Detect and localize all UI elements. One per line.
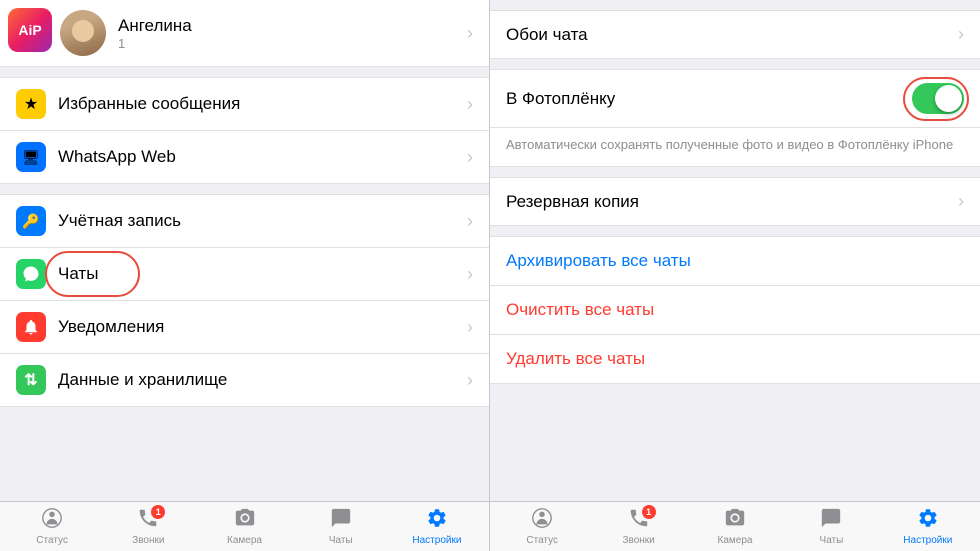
tab-chats-left[interactable]: Чаты (293, 507, 389, 546)
notifications-chevron: › (467, 317, 473, 338)
settings-group-1: ★ Избранные сообщения › 🖥 WhatsApp Web › (0, 77, 489, 184)
tab-calls-left[interactable]: 1 Звонки (100, 507, 196, 546)
wallpaper-label: Обои чата (506, 25, 958, 45)
settings-item-whatsapp-web[interactable]: 🖥 WhatsApp Web › (0, 131, 489, 183)
photolibrary-item[interactable]: В Фотоплёнку (490, 70, 980, 128)
tab-settings-left[interactable]: Настройки (389, 507, 485, 546)
settings-tab-icon-right (917, 507, 939, 533)
starred-chevron: › (467, 94, 473, 115)
calls-icon-right: 1 (628, 507, 650, 533)
tab-settings-label-right: Настройки (903, 535, 952, 546)
backup-chevron: › (958, 191, 964, 212)
chats-chevron: › (467, 264, 473, 285)
backup-item[interactable]: Резервная копия › (490, 178, 980, 225)
right-panel: Обои чата › В Фотоплёнку Автоматически с… (490, 0, 980, 551)
starred-label: Избранные сообщения (58, 94, 467, 114)
photolibrary-label: В Фотоплёнку (506, 89, 912, 109)
status-icon-left (41, 507, 63, 533)
toggle-thumb (935, 85, 962, 112)
chats-tab-icon-left (330, 507, 352, 533)
data-chevron: › (467, 370, 473, 391)
tab-camera-right[interactable]: Камера (687, 507, 783, 546)
tab-status-label-left: Статус (36, 535, 68, 546)
archive-all-button[interactable]: Архивировать все чаты (490, 237, 980, 286)
tab-settings-label-left: Настройки (412, 535, 461, 546)
tab-camera-left[interactable]: Камера (196, 507, 292, 546)
avatar-image (60, 10, 106, 56)
clear-all-button[interactable]: Очистить все чаты (490, 286, 980, 335)
data-label: Данные и хранилище (58, 370, 467, 390)
settings-tab-icon-left (426, 507, 448, 533)
profile-info: Ангелина 1 (118, 16, 467, 51)
profile-name: Ангелина (118, 16, 467, 36)
calls-icon-left: 1 (137, 507, 159, 533)
settings-group-2: 🔑 Учётная запись › Чаты › Уведомления (0, 194, 489, 407)
photolibrary-sublabel: Автоматически сохранять полученные фото … (490, 128, 980, 166)
right-section-wallpaper: Обои чата › (490, 10, 980, 59)
whatsapp-web-chevron: › (467, 147, 473, 168)
settings-item-chats[interactable]: Чаты › (0, 248, 489, 301)
starred-icon: ★ (16, 89, 46, 119)
account-icon: 🔑 (16, 206, 46, 236)
notifications-icon (16, 312, 46, 342)
profile-sub: 1 (118, 36, 467, 51)
account-label: Учётная запись (58, 211, 467, 231)
toggle-wrapper[interactable] (912, 83, 964, 114)
chats-icon (16, 259, 46, 289)
profile-row[interactable]: Ангелина 1 › (0, 0, 489, 67)
whatsapp-web-label: WhatsApp Web (58, 147, 467, 167)
chats-tab-icon-right (820, 507, 842, 533)
right-tab-bar: Статус 1 Звонки Камера Чаты Настройк (490, 501, 980, 551)
left-panel: AiP Ангелина 1 › ★ Избранные сообщения ›… (0, 0, 490, 551)
tab-chats-label-right: Чаты (820, 535, 844, 546)
settings-item-data[interactable]: ⇅ Данные и хранилище › (0, 354, 489, 406)
tab-status-right[interactable]: Статус (494, 507, 590, 546)
toggle-track[interactable] (912, 83, 964, 114)
tab-calls-label-left: Звонки (132, 535, 164, 546)
calls-badge-left: 1 (151, 505, 165, 519)
aip-logo: AiP (8, 8, 52, 52)
tab-chats-label-left: Чаты (329, 535, 353, 546)
tab-status-left[interactable]: Статус (4, 507, 100, 546)
camera-icon-left (234, 507, 256, 533)
tab-calls-label-right: Звонки (622, 535, 654, 546)
settings-item-starred[interactable]: ★ Избранные сообщения › (0, 78, 489, 131)
left-tab-bar: Статус 1 Звонки Камера Чаты Настройк (0, 501, 489, 551)
tab-calls-right[interactable]: 1 Звонки (590, 507, 686, 546)
right-section-toggle: В Фотоплёнку Автоматически сохранять пол… (490, 69, 980, 167)
tab-settings-right[interactable]: Настройки (880, 507, 976, 546)
tab-camera-label-left: Камера (227, 535, 262, 546)
whatsapp-web-icon: 🖥 (16, 142, 46, 172)
status-icon-right (531, 507, 553, 533)
profile-chevron: › (467, 23, 473, 44)
account-chevron: › (467, 211, 473, 232)
right-action-group: Архивировать все чаты Очистить все чаты … (490, 236, 980, 384)
backup-label: Резервная копия (506, 192, 958, 212)
data-icon: ⇅ (16, 365, 46, 395)
tab-status-label-right: Статус (526, 535, 558, 546)
avatar (60, 10, 106, 56)
tab-chats-right[interactable]: Чаты (783, 507, 879, 546)
camera-icon-right (724, 507, 746, 533)
wallpaper-chevron: › (958, 24, 964, 45)
chats-label: Чаты (58, 264, 467, 284)
wallpaper-item[interactable]: Обои чата › (490, 11, 980, 58)
settings-item-notifications[interactable]: Уведомления › (0, 301, 489, 354)
settings-item-account[interactable]: 🔑 Учётная запись › (0, 195, 489, 248)
notifications-label: Уведомления (58, 317, 467, 337)
delete-all-button[interactable]: Удалить все чаты (490, 335, 980, 383)
tab-camera-label-right: Камера (718, 535, 753, 546)
calls-badge-right: 1 (642, 505, 656, 519)
logo-text: AiP (18, 22, 41, 38)
right-section-backup: Резервная копия › (490, 177, 980, 226)
